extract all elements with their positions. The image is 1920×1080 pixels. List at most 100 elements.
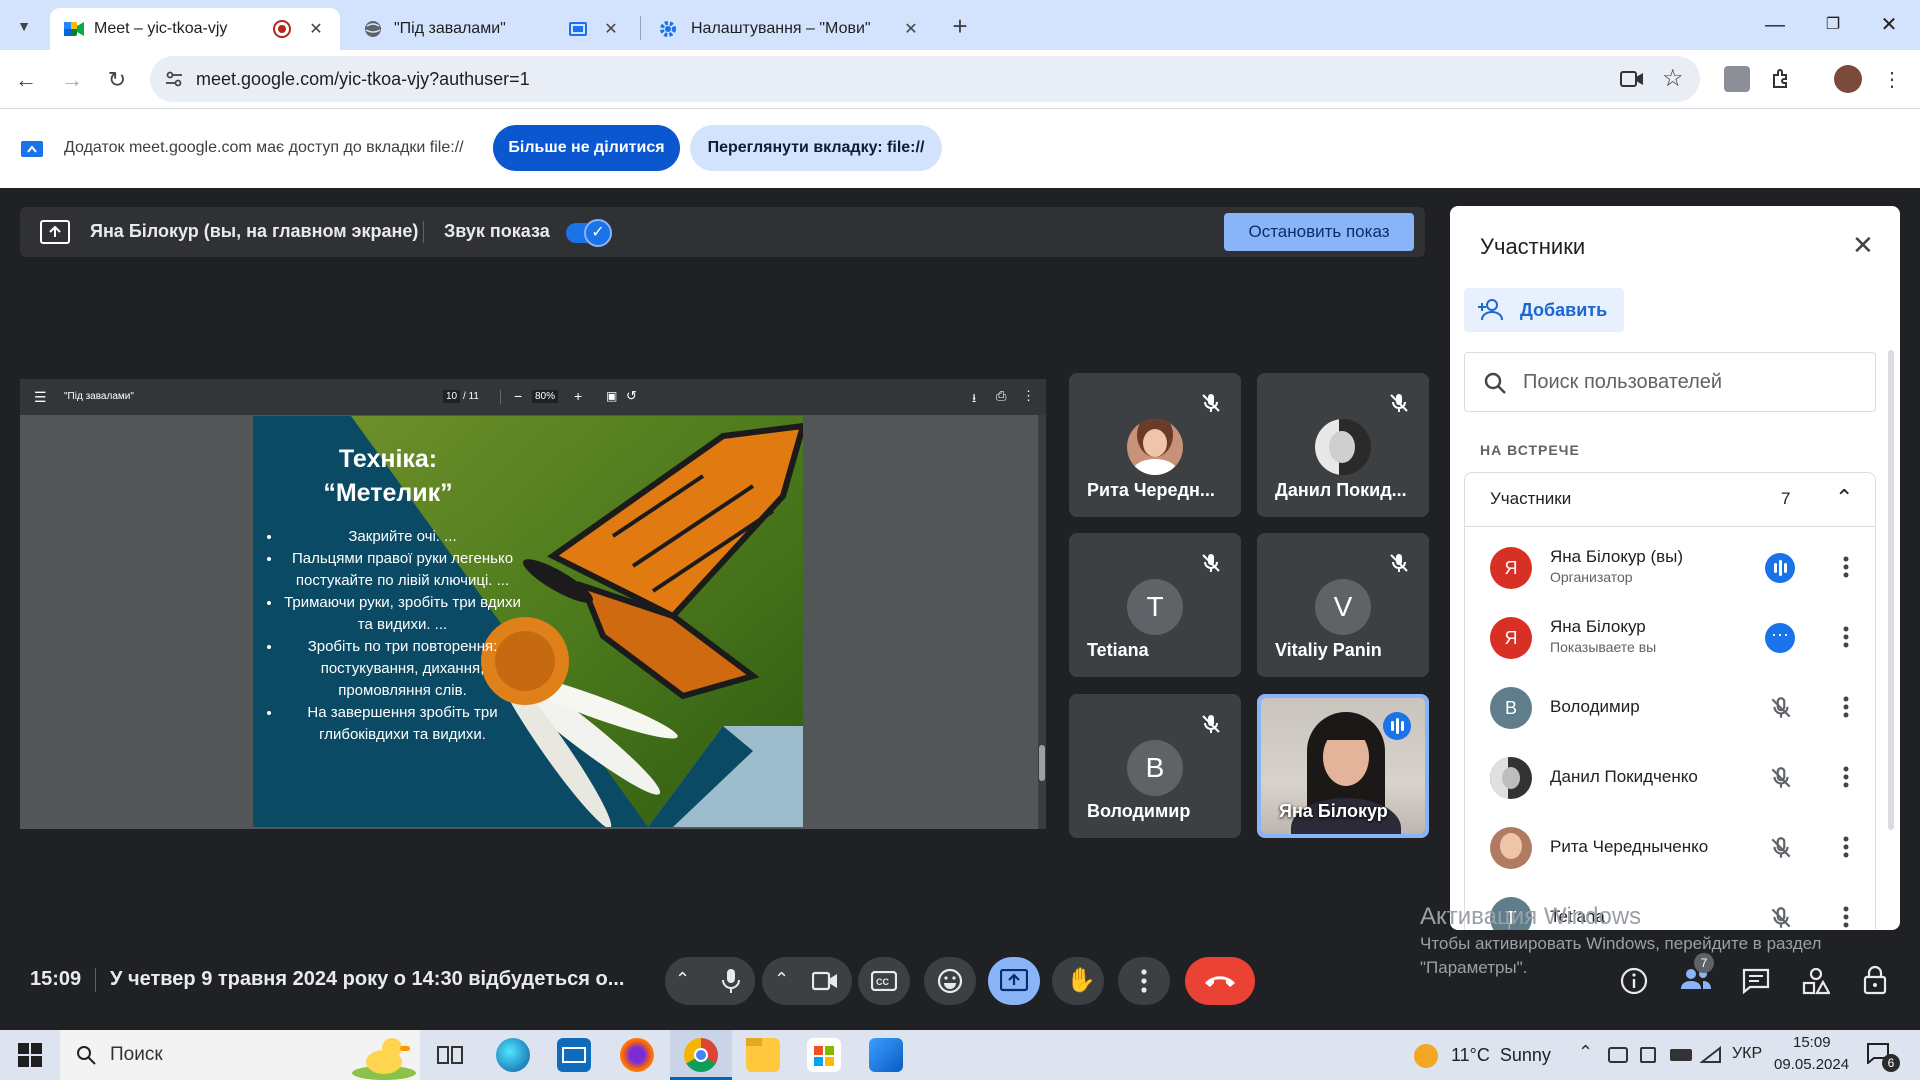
participant-row[interactable]: Я Яна Білокур (вы) Организатор bbox=[1450, 533, 1900, 603]
site-info-icon[interactable] bbox=[164, 69, 184, 89]
camera-tray-icon[interactable] bbox=[1640, 1047, 1656, 1063]
edge-icon[interactable] bbox=[496, 1038, 530, 1072]
taskbar-search[interactable]: Поиск bbox=[60, 1030, 420, 1080]
address-bar[interactable]: meet.google.com/yic-tkoa-vjy?authuser=1 … bbox=[150, 56, 1700, 102]
captions-button[interactable]: CC bbox=[858, 957, 910, 1005]
microphone-button[interactable] bbox=[707, 957, 755, 1005]
more-options-icon[interactable] bbox=[1836, 903, 1856, 930]
participant-row[interactable]: В Володимир bbox=[1450, 673, 1900, 743]
mic-off-icon[interactable] bbox=[1768, 835, 1794, 861]
avatar: В bbox=[1127, 740, 1183, 796]
battery-icon[interactable] bbox=[1670, 1049, 1692, 1061]
panel-scrollbar[interactable] bbox=[1888, 350, 1894, 830]
extensions-icon[interactable] bbox=[1770, 67, 1794, 91]
windows-start-icon[interactable] bbox=[18, 1043, 42, 1067]
tile-yana-self[interactable]: Яна Білокур bbox=[1257, 694, 1429, 838]
chevron-up-icon[interactable]: ⌃ bbox=[1835, 485, 1853, 511]
add-people-button[interactable]: Добавить bbox=[1464, 288, 1624, 332]
tile-rita[interactable]: Рита Чередн... bbox=[1069, 373, 1241, 517]
pdf-page-input[interactable]: 10 bbox=[443, 390, 461, 403]
tile-name: Vitaliy Panin bbox=[1275, 640, 1382, 660]
chevron-up-icon[interactable]: ⌃ bbox=[1578, 1042, 1593, 1063]
firefox-icon[interactable] bbox=[620, 1038, 654, 1072]
pdf-more-icon[interactable]: ⋮ bbox=[1022, 388, 1035, 404]
chevron-up-icon[interactable]: ⌃ bbox=[675, 969, 690, 990]
minimize-icon[interactable]: — bbox=[1752, 10, 1798, 40]
participant-row[interactable]: Рита Чередныченко bbox=[1450, 813, 1900, 883]
notifications-button[interactable]: 6 bbox=[1866, 1042, 1900, 1072]
raise-hand-button[interactable]: ✋ bbox=[1052, 957, 1104, 1005]
pdf-menu-icon[interactable]: ☰ bbox=[34, 389, 47, 406]
reload-icon[interactable]: ↻ bbox=[101, 64, 133, 96]
view-tab-button[interactable]: Переглянути вкладку: file:// bbox=[690, 125, 942, 171]
profile-ext-icon[interactable] bbox=[1724, 66, 1750, 92]
group-header[interactable]: Участники 7 ⌃ bbox=[1465, 473, 1875, 527]
close-tab-icon[interactable]: ✕ bbox=[901, 19, 921, 39]
new-tab-icon[interactable]: + bbox=[944, 10, 976, 42]
weather-text[interactable]: 11°C Sunny bbox=[1451, 1045, 1551, 1066]
file-explorer-icon[interactable] bbox=[746, 1038, 780, 1072]
mic-off-icon[interactable] bbox=[1768, 695, 1794, 721]
fit-page-icon[interactable]: ▣ bbox=[606, 389, 617, 403]
chevron-up-icon[interactable]: ⌃ bbox=[774, 969, 789, 990]
mic-control[interactable]: ⌃ bbox=[665, 957, 755, 1005]
present-button[interactable] bbox=[988, 957, 1040, 1005]
search-people-input[interactable]: Поиск пользователей bbox=[1464, 352, 1876, 412]
zoom-input[interactable]: 80% bbox=[532, 390, 559, 403]
download-icon[interactable]: ⭳ bbox=[972, 389, 976, 410]
stop-presenting-button[interactable]: Остановить показ bbox=[1224, 213, 1414, 251]
tab-settings[interactable]: Налаштування – "Мови" ✕ bbox=[645, 8, 935, 50]
leave-call-button[interactable] bbox=[1185, 957, 1255, 1005]
restore-icon[interactable]: ❐ bbox=[1810, 10, 1856, 40]
tab-pdf[interactable]: "Під завалами" ✕ bbox=[350, 8, 635, 50]
camera-control[interactable]: ⌃ bbox=[762, 957, 852, 1005]
more-options-icon[interactable] bbox=[1836, 763, 1856, 791]
tile-volodymyr[interactable]: В Володимир bbox=[1069, 694, 1241, 838]
tile-danil[interactable]: Данил Покид... bbox=[1257, 373, 1429, 517]
host-controls-icon[interactable] bbox=[1862, 965, 1888, 995]
rotate-icon[interactable]: ↺ bbox=[626, 388, 637, 404]
participant-row[interactable]: Я Яна Білокур Показываете вы ⋯ bbox=[1450, 603, 1900, 673]
close-tab-icon[interactable]: ✕ bbox=[306, 19, 326, 39]
participant-row[interactable]: Данил Покидченко bbox=[1450, 743, 1900, 813]
camera-icon[interactable] bbox=[1620, 70, 1644, 88]
zoom-out-button[interactable]: − bbox=[514, 388, 522, 404]
forward-icon[interactable]: → bbox=[56, 64, 88, 96]
wifi-icon[interactable] bbox=[1700, 1046, 1722, 1064]
reactions-button[interactable] bbox=[924, 957, 976, 1005]
clock-time[interactable]: 15:09 bbox=[1793, 1034, 1831, 1051]
avatar: В bbox=[1490, 687, 1532, 729]
speaking-indicator-icon bbox=[1765, 553, 1795, 583]
more-options-icon[interactable] bbox=[1836, 693, 1856, 721]
tile-vitaliy[interactable]: V Vitaliy Panin bbox=[1257, 533, 1429, 677]
store-icon[interactable] bbox=[807, 1038, 841, 1072]
more-options-icon[interactable] bbox=[1836, 623, 1856, 651]
zoom-in-button[interactable]: + bbox=[574, 388, 582, 404]
more-options-icon[interactable] bbox=[1836, 833, 1856, 861]
bookmark-star-icon[interactable]: ☆ bbox=[1662, 64, 1684, 93]
pdf-scrollbar[interactable] bbox=[1038, 415, 1046, 829]
tab-meet[interactable]: Meet – yic-tkoa-vjy ✕ bbox=[50, 8, 340, 50]
profile-avatar[interactable] bbox=[1834, 65, 1862, 93]
tab-search-icon[interactable]: ▼ bbox=[8, 10, 40, 42]
audio-toggle[interactable]: ✓ bbox=[566, 219, 612, 247]
taskbar-chrome-active[interactable] bbox=[670, 1030, 732, 1080]
close-panel-icon[interactable]: ✕ bbox=[1852, 230, 1874, 261]
more-options-icon[interactable] bbox=[1836, 553, 1856, 581]
task-view-icon[interactable] bbox=[437, 1043, 463, 1067]
tray-app-icon[interactable] bbox=[1608, 1047, 1628, 1063]
language-indicator[interactable]: УКР bbox=[1732, 1045, 1762, 1063]
close-tab-icon[interactable]: ✕ bbox=[601, 19, 621, 39]
back-icon[interactable]: ← bbox=[10, 64, 42, 96]
menu-kebab-icon[interactable]: ⋮ bbox=[1876, 64, 1908, 96]
print-icon[interactable]: ⎙ bbox=[996, 388, 1006, 404]
stop-sharing-button[interactable]: Більше не ділитися bbox=[493, 125, 680, 171]
mic-off-icon[interactable] bbox=[1768, 765, 1794, 791]
mail-icon[interactable] bbox=[557, 1038, 591, 1072]
photos-icon[interactable] bbox=[869, 1038, 903, 1072]
clock-date[interactable]: 09.05.2024 bbox=[1774, 1056, 1849, 1073]
more-options-button[interactable] bbox=[1118, 957, 1170, 1005]
scroll-thumb[interactable] bbox=[1039, 745, 1045, 781]
window-close-icon[interactable]: ✕ bbox=[1866, 10, 1912, 40]
tile-tetiana[interactable]: T Tetiana bbox=[1069, 533, 1241, 677]
